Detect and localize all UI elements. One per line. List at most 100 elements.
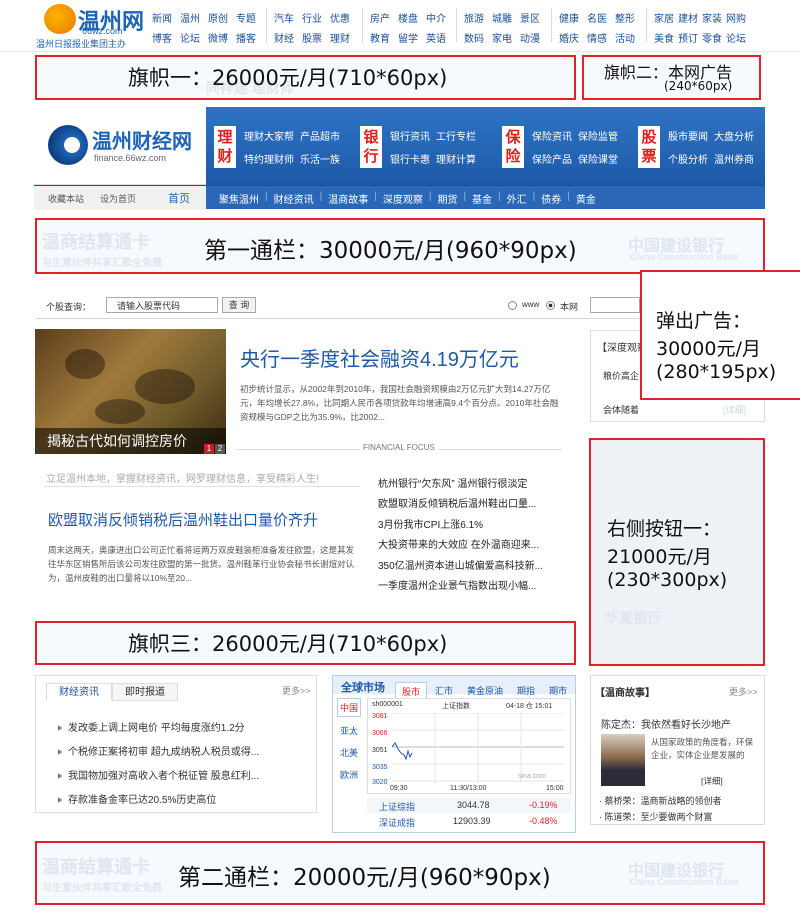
sub-link[interactable]: 财经资讯 [274, 191, 314, 206]
nav-link[interactable]: 微博 [208, 30, 232, 45]
more-link[interactable]: 更多>> [282, 684, 311, 697]
more-link[interactable]: 更多>> [729, 685, 758, 698]
nav-link[interactable]: 动漫 [520, 30, 544, 45]
nav-link[interactable]: 播客 [236, 30, 260, 45]
nav-link[interactable]: 原创 [208, 10, 232, 25]
category-link[interactable]: 保险产品 [532, 151, 572, 166]
merchant-list-item[interactable]: · 蔡桥荣：温商新战略的领创者 [599, 794, 722, 807]
news-list-item[interactable]: 发改委上调上网电价 平均每度涨约1.2分 [58, 719, 245, 734]
query-button[interactable]: 查 询 [222, 297, 256, 313]
category-link[interactable]: 保险资讯 [532, 128, 572, 143]
stock-code-input[interactable]: 请输入股票代码 [106, 297, 218, 313]
category-link[interactable]: 产品超市 [300, 128, 340, 143]
news-list-item[interactable]: 个税修正案将初审 超九成纳税人税员或得... [58, 743, 259, 758]
tab-instant-report[interactable]: 即时报道 [112, 683, 178, 701]
nav-link[interactable]: 论坛 [726, 30, 748, 45]
nav-link[interactable]: 博客 [152, 30, 176, 45]
region-item[interactable]: 中国 [337, 698, 361, 717]
sub-link[interactable]: 黄金 [576, 191, 596, 206]
nav-link[interactable]: 股票 [302, 30, 326, 45]
category-link[interactable]: 理财大家帮 [244, 128, 294, 143]
category-link[interactable]: 保险监管 [578, 128, 618, 143]
merchant-headline[interactable]: 陈定杰：我依然看好长沙地产 [601, 716, 731, 731]
sub-link[interactable]: 基金 [472, 191, 492, 206]
nav-link[interactable]: 零食 [702, 30, 724, 45]
category-link[interactable]: 个股分析 [668, 151, 708, 166]
nav-link[interactable]: 家电 [492, 30, 516, 45]
merchant-list-item[interactable]: · 陈道荣：至少要做两个财富 [599, 810, 713, 823]
sub-link[interactable]: 期货 [437, 191, 457, 206]
site-logo-icon[interactable] [44, 4, 76, 34]
sub-link[interactable]: 聚焦温州 [219, 191, 259, 206]
category-link[interactable]: 乐活一族 [300, 151, 340, 166]
feature-headline[interactable]: 央行一季度社会融资4.19万亿元 [240, 343, 519, 372]
nav-link[interactable]: 健康 [559, 10, 583, 25]
nav-link[interactable]: 旅游 [464, 10, 488, 25]
news-list-item[interactable]: 大投资带来的大效应 在外温商迎来... [378, 536, 539, 551]
category-stock[interactable]: 股票 [638, 126, 660, 168]
category-insurance[interactable]: 保险 [502, 126, 524, 168]
merchant-detail[interactable]: [详细] [701, 775, 723, 787]
feature-image[interactable]: 揭秘古代如何调控房价 [35, 329, 226, 454]
sub-link[interactable]: 外汇 [507, 191, 527, 206]
news-list-item[interactable]: 杭州银行“欠东风” 温州银行很淡定 [378, 475, 527, 490]
news-list-item[interactable]: 我国物加强对高收入者个税征管 股息红利... [58, 767, 259, 782]
nav-link[interactable]: 建材 [678, 10, 700, 25]
sub-link[interactable]: 温商故事 [328, 191, 368, 206]
sub-link[interactable]: 深度观察 [383, 191, 423, 206]
nav-link[interactable]: 婚庆 [559, 30, 583, 45]
nav-link[interactable]: 家居 [654, 10, 676, 25]
category-link[interactable]: 理财计算 [436, 151, 476, 166]
deep-watch-detail[interactable]: [详细] [723, 403, 746, 416]
category-link[interactable]: 股市要闻 [668, 128, 708, 143]
radio-www[interactable] [508, 301, 517, 310]
news-list-item[interactable]: 350亿温州资本进山城偏爱高科技新... [378, 557, 543, 572]
nav-link[interactable]: 温州 [180, 10, 204, 25]
index-chart[interactable]: sh000001 上证指数 04-18 仓 15:01 3081 3066 30… [367, 698, 571, 794]
nav-link[interactable]: 教育 [370, 30, 394, 45]
home-tab[interactable]: 首页 [168, 190, 190, 206]
nav-link[interactable]: 新闻 [152, 10, 176, 25]
category-link[interactable]: 特约理财师 [244, 151, 294, 166]
category-link[interactable]: 银行资讯 [390, 128, 430, 143]
nav-link[interactable]: 行业 [302, 10, 326, 25]
news-list-item[interactable]: 存款准备金率已达20.5%历史高位 [58, 791, 216, 806]
headline2[interactable]: 欧盟取消反倾销税后温州鞋出口量价齐升 [48, 509, 318, 530]
radio-site[interactable] [546, 301, 555, 310]
news-list-item[interactable]: 一季度温州企业景气指数出现小幅... [378, 577, 536, 592]
nav-link[interactable]: 楼盘 [398, 10, 422, 25]
nav-link[interactable]: 景区 [520, 10, 544, 25]
table-row[interactable]: 深证成指 12903.39 -0.48% [367, 814, 571, 829]
finance-logo-area[interactable]: 温州财经网 finance.66wz.com [34, 107, 206, 185]
table-row[interactable]: 上证综指 3044.78 -0.19% [367, 798, 571, 813]
nav-link[interactable]: 房产 [370, 10, 394, 25]
category-bank[interactable]: 银行 [360, 126, 382, 168]
slide-page-2[interactable]: 2 [215, 444, 225, 454]
nav-link[interactable]: 家装 [702, 10, 724, 25]
nav-link[interactable]: 预订 [678, 30, 700, 45]
nav-link[interactable]: 汽车 [274, 10, 298, 25]
region-item[interactable]: 欧洲 [337, 766, 361, 783]
category-link[interactable]: 工行专栏 [436, 128, 476, 143]
nav-link[interactable]: 城雕 [492, 10, 516, 25]
nav-link[interactable]: 优惠 [330, 10, 354, 25]
set-homepage-link[interactable]: 设为首页 [100, 192, 136, 205]
category-licai[interactable]: 理财 [214, 126, 236, 168]
category-link[interactable]: 大盘分析 [714, 128, 754, 143]
nav-link[interactable]: 论坛 [180, 30, 204, 45]
nav-link[interactable]: 理财 [330, 30, 354, 45]
region-item[interactable]: 北美 [337, 744, 361, 761]
region-item[interactable]: 亚太 [337, 722, 361, 739]
news-list-item[interactable]: 3月份我市CPI上涨6.1% [378, 516, 483, 531]
nav-link[interactable]: 名医 [587, 10, 611, 25]
nav-link[interactable]: 英语 [426, 30, 450, 45]
nav-link[interactable]: 活动 [615, 30, 639, 45]
sub-link[interactable]: 债券 [541, 191, 561, 206]
category-link[interactable]: 温州券商 [714, 151, 754, 166]
nav-link[interactable]: 中介 [426, 10, 450, 25]
nav-link[interactable]: 专题 [236, 10, 260, 25]
nav-link[interactable]: 数码 [464, 30, 488, 45]
nav-link[interactable]: 情感 [587, 30, 611, 45]
nav-link[interactable]: 网购 [726, 10, 748, 25]
category-link[interactable]: 保险课堂 [578, 151, 618, 166]
